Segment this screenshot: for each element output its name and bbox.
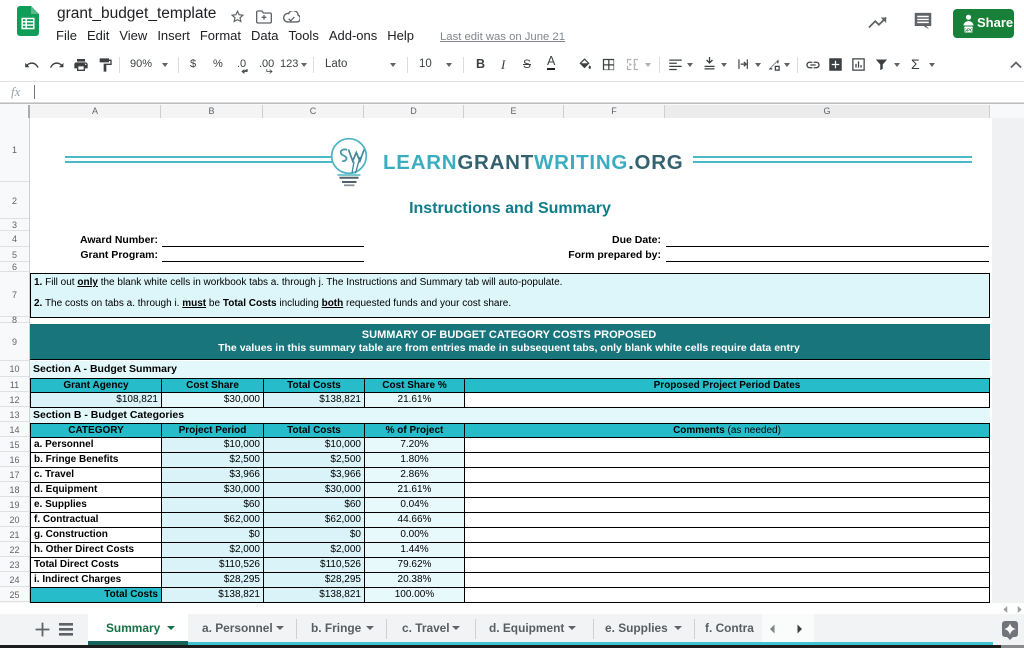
svg-text:GPG: GPG	[963, 27, 974, 32]
